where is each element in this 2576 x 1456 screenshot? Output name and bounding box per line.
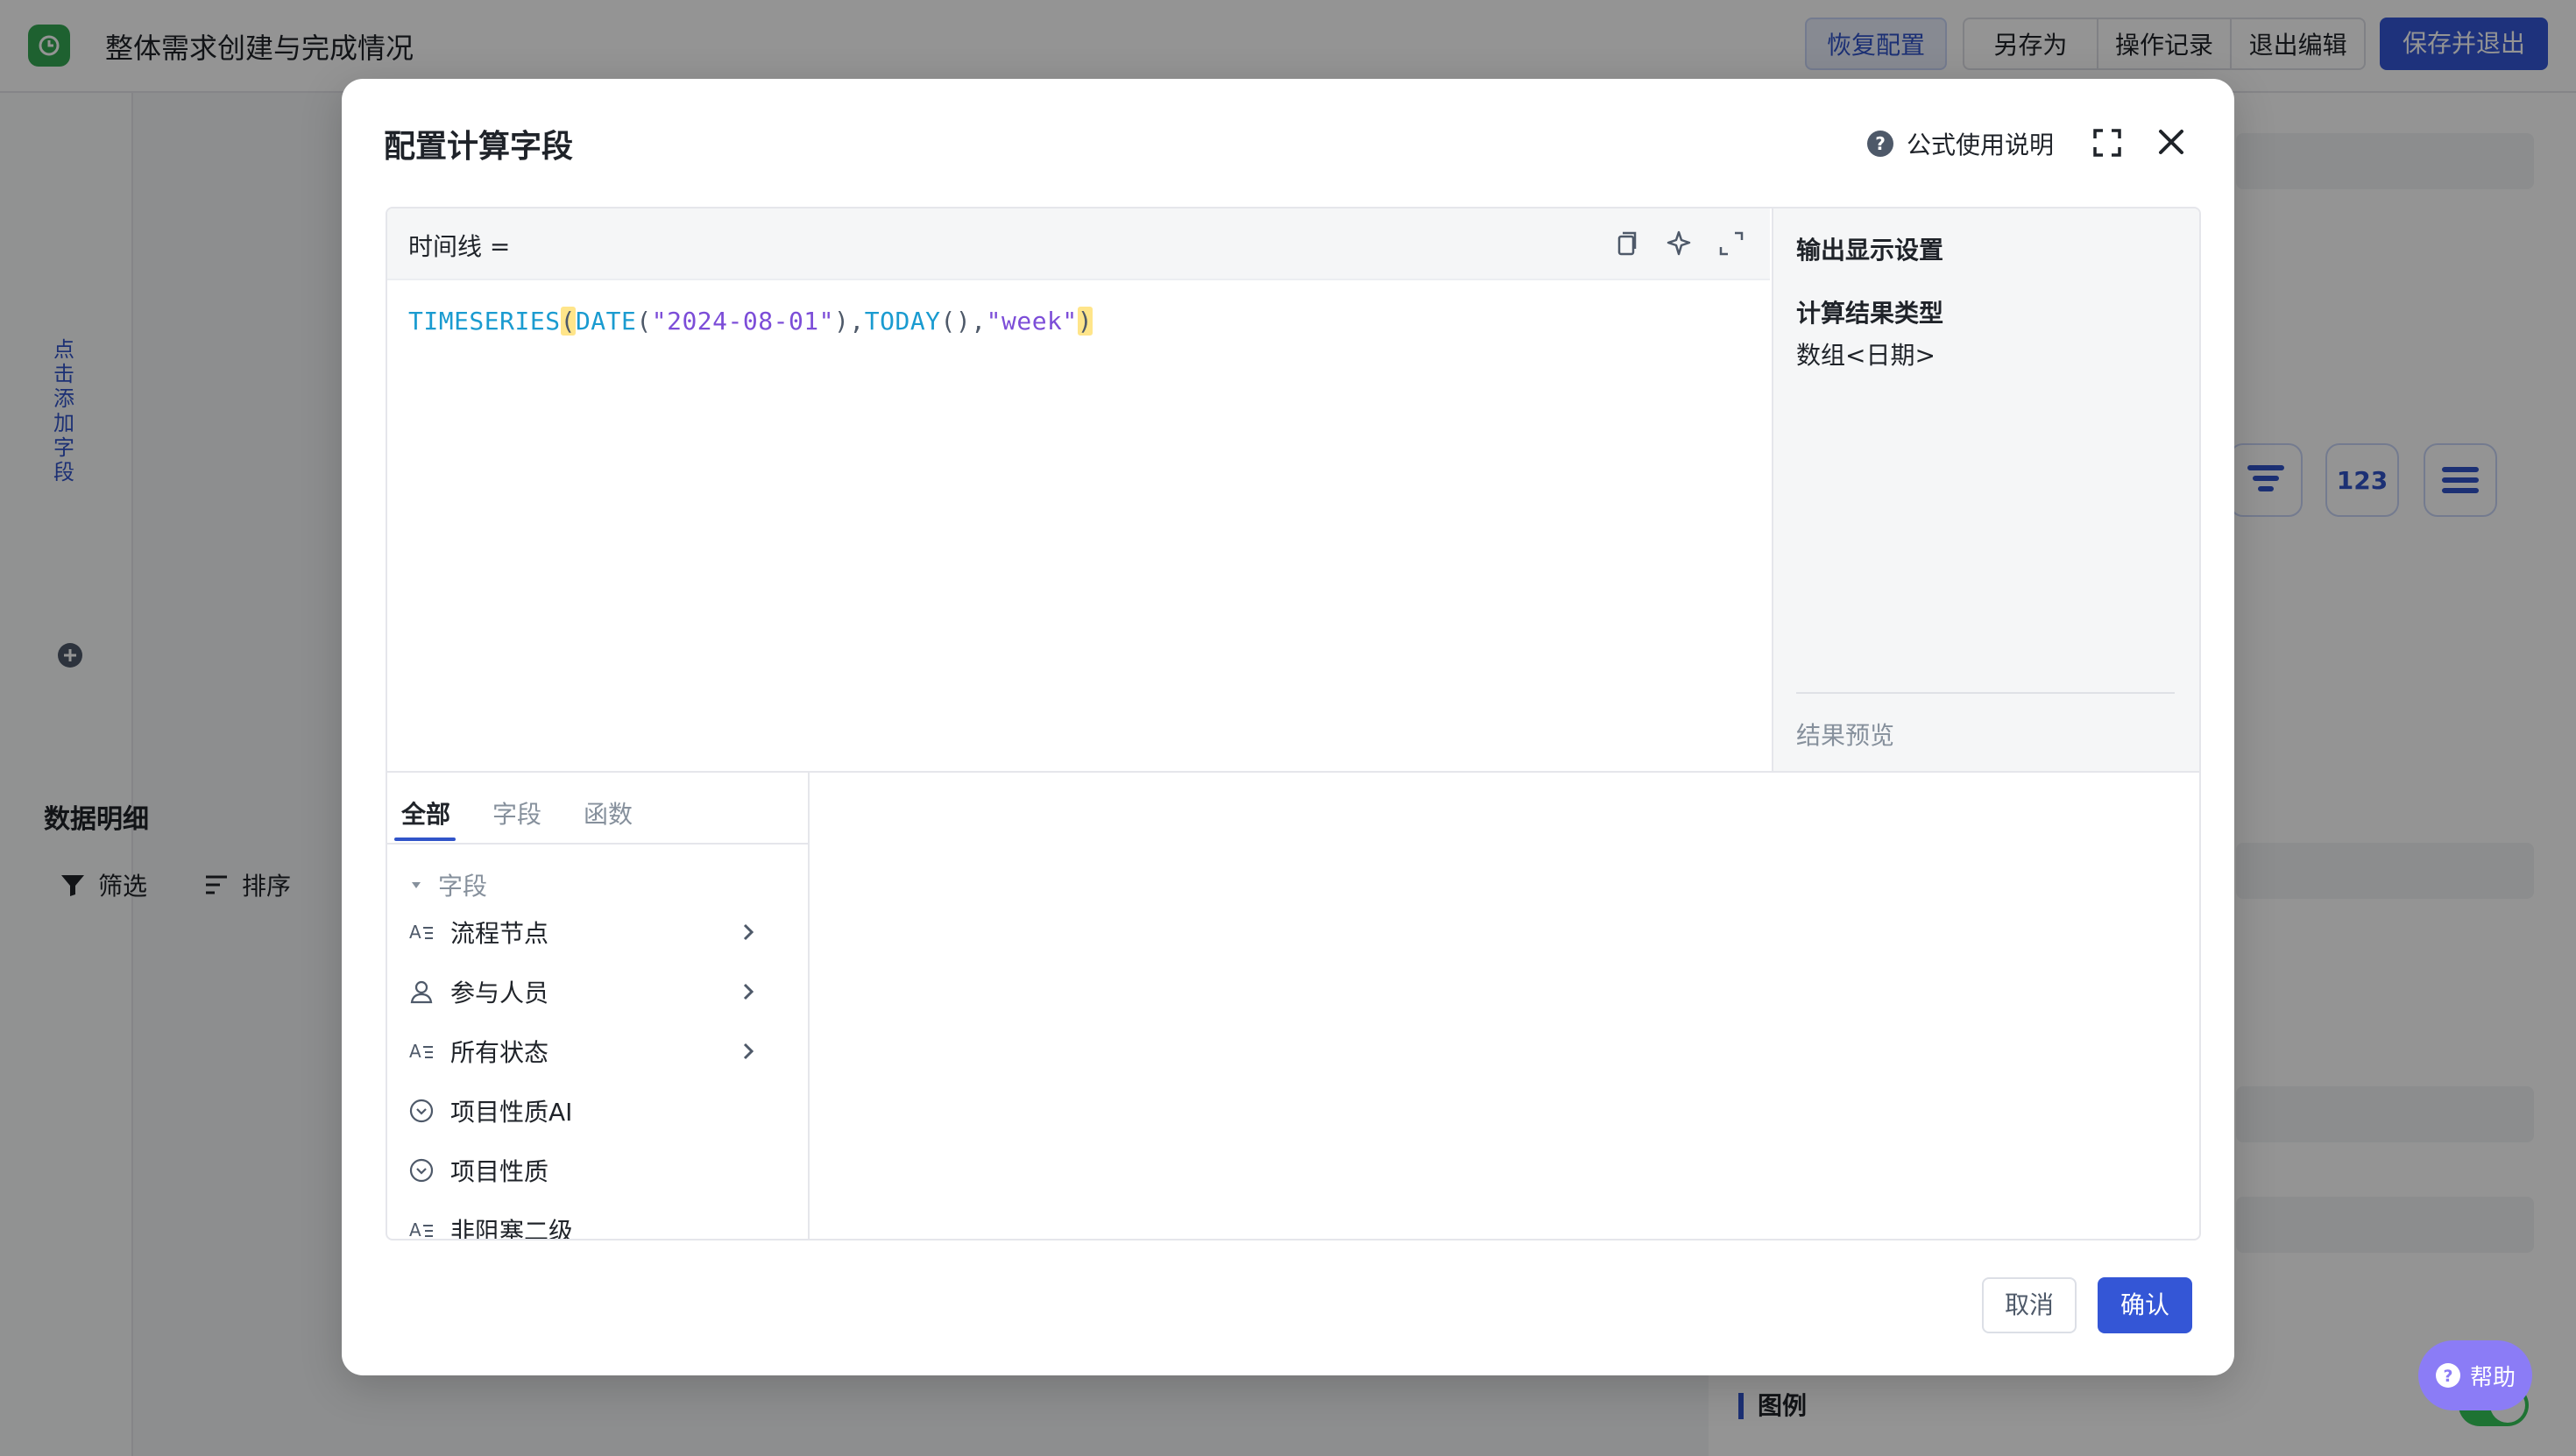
field-label: 参与人员 (450, 979, 549, 1007)
code-punctuation: () (940, 307, 972, 336)
formula-editor-box: 时间线 = TIMESERIES(DATE("2024-08-01"),TODA… (386, 207, 2201, 1240)
formula-code[interactable]: TIMESERIES(DATE("2024-08-01"),TODAY(),"w… (408, 307, 1093, 336)
code-string: "2024-08-01" (651, 307, 835, 336)
svg-text:A: A (409, 1041, 421, 1062)
svg-text:?: ? (2443, 1367, 2452, 1386)
close-icon[interactable] (2155, 126, 2187, 158)
question-icon: ? (1867, 131, 1893, 157)
list-item-field[interactable]: A 所有状态 (408, 1027, 794, 1076)
code-string: "week" (986, 307, 1078, 336)
help-label: 帮助 (2469, 1364, 2516, 1391)
calculated-field-dialog: 配置计算字段 ? 公式使用说明 时间线 = TIMESERIES(DATE("2… (342, 79, 2234, 1375)
question-icon: ? (2435, 1363, 2460, 1388)
code-function: TODAY (864, 307, 941, 336)
field-function-library: 全部 字段 函数 字段 A 流程节点 参与人员 A 所有状态 项目性质AI 项目… (387, 773, 810, 1240)
confirm-button[interactable]: 确认 (2098, 1277, 2192, 1333)
code-punctuation: , (849, 307, 865, 336)
field-group-label: 字段 (438, 872, 488, 901)
field-label: 非阻塞二级 (450, 1217, 574, 1240)
text-field-icon: A (408, 1217, 435, 1240)
list-item-field[interactable]: A 非阻塞二级 (408, 1205, 794, 1240)
text-field-icon: A (408, 919, 435, 945)
code-bracket-highlight: ) (1077, 307, 1093, 336)
divider (1796, 692, 2175, 694)
chevron-right-icon (743, 983, 754, 1000)
field-label: 流程节点 (450, 919, 549, 948)
formula-help-link[interactable]: ? 公式使用说明 (1866, 126, 2054, 161)
text-field-icon: A (408, 1038, 435, 1064)
field-label: 所有状态 (450, 1038, 549, 1067)
list-item-field[interactable]: 参与人员 (408, 967, 794, 1016)
field-group-header[interactable]: 字段 (410, 867, 487, 902)
tab-all[interactable]: 全部 (401, 795, 450, 830)
chevron-right-icon (743, 1043, 754, 1060)
fullscreen-icon[interactable] (2092, 128, 2122, 158)
single-select-icon (408, 1157, 435, 1184)
field-label: 项目性质AI (450, 1098, 573, 1127)
svg-text:?: ? (1875, 133, 1886, 154)
output-settings-panel: 输出显示设置 计算结果类型 数组<日期> 结果预览 (1772, 209, 2199, 771)
tab-functions[interactable]: 函数 (584, 795, 633, 830)
result-type-label: 计算结果类型 (1796, 299, 1944, 328)
editor-header: 时间线 = (387, 209, 1770, 280)
description-panel (810, 773, 2199, 1239)
svg-text:A: A (409, 922, 421, 943)
cancel-button[interactable]: 取消 (1982, 1277, 2077, 1333)
single-select-icon (408, 1098, 435, 1124)
result-type-value: 数组<日期> (1796, 341, 1936, 370)
library-tabs: 全部 字段 函数 (387, 773, 808, 845)
code-punctuation: ) (834, 307, 850, 336)
code-punctuation: ( (636, 307, 652, 336)
code-function: DATE (575, 307, 637, 336)
reference-area: 全部 字段 函数 字段 A 流程节点 参与人员 A 所有状态 项目性质AI 项目… (387, 771, 2199, 1240)
copy-icon[interactable] (1612, 230, 1640, 258)
active-tab-indicator (394, 838, 456, 841)
code-bracket-highlight: ( (560, 307, 576, 336)
svg-text:A: A (409, 1219, 421, 1240)
chevron-right-icon (743, 923, 754, 941)
list-item-field[interactable]: 项目性质AI (408, 1086, 794, 1135)
help-button[interactable]: ? 帮助 (2418, 1340, 2532, 1410)
format-magic-icon[interactable] (1665, 230, 1693, 258)
caret-down-icon (412, 882, 421, 888)
expand-editor-icon[interactable] (1717, 230, 1745, 258)
person-icon (408, 979, 435, 1005)
code-function: TIMESERIES (408, 307, 561, 336)
field-name-label: 时间线 = (408, 232, 511, 261)
result-preview-label: 结果预览 (1796, 721, 1895, 750)
dialog-title: 配置计算字段 (384, 129, 574, 165)
list-item-field[interactable]: 项目性质 (408, 1146, 794, 1195)
output-settings-title: 输出显示设置 (1796, 236, 1944, 265)
tab-fields[interactable]: 字段 (492, 795, 541, 830)
formula-help-label: 公式使用说明 (1907, 131, 2055, 159)
list-item-field[interactable]: A 流程节点 (408, 908, 794, 957)
field-label: 项目性质 (450, 1157, 549, 1186)
code-punctuation: , (971, 307, 987, 336)
